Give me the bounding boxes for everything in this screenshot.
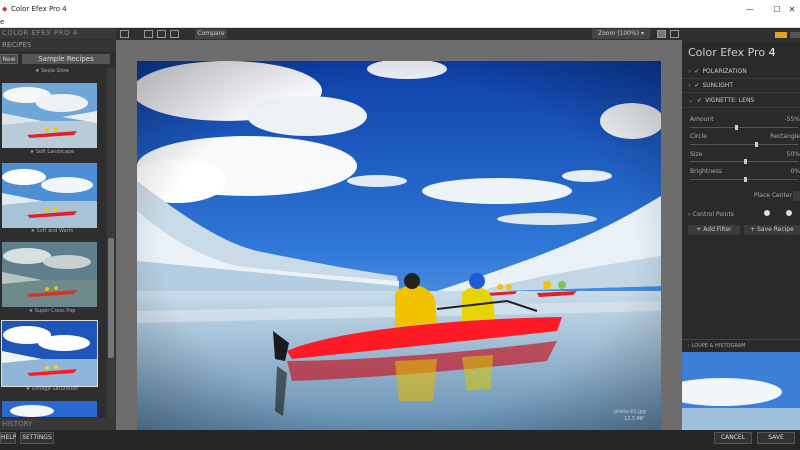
single-view-icon[interactable] — [144, 30, 153, 38]
shape-slider[interactable] — [690, 142, 798, 147]
history-label: HISTORY — [2, 420, 33, 428]
cancel-button[interactable]: CANCEL — [714, 432, 752, 444]
sidebar-toggle-icon[interactable] — [670, 30, 679, 38]
place-center-button[interactable] — [793, 191, 800, 201]
size-label: Size — [690, 151, 703, 158]
recipe-thumbnail[interactable] — [2, 401, 97, 417]
save-button[interactable]: SAVE — [757, 432, 795, 444]
compare-button[interactable]: Compare — [195, 29, 227, 39]
background-color-icon[interactable] — [657, 30, 666, 38]
zoom-select[interactable]: Zoom (100%) ▾ — [592, 29, 650, 39]
recipes-label: RECIPES — [2, 41, 32, 49]
chevron-right-icon[interactable]: › — [688, 82, 690, 89]
add-point-icon[interactable] — [764, 210, 770, 216]
recipe-label: ★ Vintage Saturation — [25, 386, 79, 392]
nik-badge-icon[interactable] — [775, 32, 787, 38]
size-value: 50% — [786, 151, 800, 158]
window-titlebar: ◆ Color Efex Pro 4 — [0, 0, 800, 18]
panel-top-strip — [682, 28, 800, 42]
brightness-value: 0% — [790, 168, 800, 175]
preview-area: Compare Zoom (100%) ▾ photo-01.jpg 12.5 … — [116, 28, 682, 436]
loupe-image — [682, 352, 800, 430]
checkmark-icon[interactable]: ✓ — [694, 68, 699, 75]
subtract-point-icon[interactable] — [786, 210, 792, 216]
circle-label[interactable]: Circle — [690, 133, 707, 140]
recipe-label: ★ Soft Landscape — [29, 149, 75, 155]
brightness-label: Brightness — [690, 168, 722, 175]
recipes-section-header[interactable]: RECIPES — [0, 40, 116, 51]
menubar: e — [0, 18, 800, 28]
recipe-thumbnail-image — [2, 401, 97, 417]
chevron-right-icon[interactable]: › — [688, 68, 690, 75]
bottom-bar: HELP SETTINGS CANCEL SAVE — [0, 430, 800, 450]
minimize-button[interactable]: — — [735, 0, 765, 18]
save-recipe-button[interactable]: + Save Recipe — [744, 225, 800, 235]
photo-preview[interactable] — [137, 61, 661, 436]
recipes-panel: COLOR EFEX PRO 4 RECIPES New Sample Reci… — [0, 28, 116, 430]
amount-value: -55% — [784, 116, 800, 123]
preview-toolbar: Compare Zoom (100%) ▾ — [116, 28, 682, 40]
tab-sample-recipes[interactable]: Sample Recipes — [22, 54, 110, 64]
loupe-histogram-header[interactable]: › LOUPE & HISTOGRAM — [682, 339, 800, 351]
recipe-thumbnail-image — [2, 242, 97, 307]
rectangle-label[interactable]: Rectangle — [770, 133, 800, 140]
panel-toggle-icon[interactable] — [790, 32, 800, 38]
slider-handle[interactable] — [755, 142, 758, 147]
control-points-row[interactable]: › Control Points — [688, 211, 734, 218]
window-title: Color Efex Pro 4 — [11, 5, 67, 13]
history-section-header[interactable]: HISTORY — [0, 418, 116, 430]
recipe-thumbnail-selected[interactable] — [1, 320, 98, 387]
recipes-scrollbar[interactable] — [107, 68, 115, 428]
menu-item-first[interactable]: e — [0, 18, 4, 26]
scrollbar-thumb[interactable] — [108, 238, 114, 358]
side-by-side-icon[interactable] — [170, 30, 179, 38]
place-center-label: Place Center — [754, 192, 793, 199]
brightness-slider[interactable] — [690, 177, 798, 182]
recipe-label: ★ Soft and Warm — [30, 228, 74, 234]
recipe-thumbnail[interactable] — [2, 163, 97, 228]
filter-polarization[interactable]: › ✓ POLARIZATION — [682, 65, 800, 79]
checkmark-icon[interactable]: ✓ — [694, 82, 699, 89]
help-button[interactable]: HELP — [0, 432, 16, 444]
recipe-thumbnail-image — [2, 163, 97, 228]
recipe-thumbnail[interactable] — [2, 242, 97, 307]
recipe-label: ★ Super Cross Pop — [28, 308, 76, 314]
recipe-thumbnail-image — [2, 83, 97, 148]
close-button[interactable]: ✕ — [784, 0, 800, 18]
settings-button[interactable]: SETTINGS — [20, 432, 54, 444]
filter-vignette-lens[interactable]: ⌄ ✓ VIGNETTE: LENS — [682, 94, 800, 108]
slider-handle[interactable] — [744, 159, 747, 164]
file-name: photo-01.jpg — [614, 409, 647, 415]
slider-handle[interactable] — [744, 177, 747, 182]
panel-header-text: COLOR EFEX PRO 4 — [2, 29, 78, 37]
filter-panel: Color Efex Pro 4 › ✓ POLARIZATION › ✓ SUNLIG… — [682, 28, 800, 430]
recipe-thumbnail-image — [2, 321, 97, 386]
file-size: 12.5 MP — [624, 416, 645, 422]
amount-label: Amount — [690, 116, 714, 123]
recipe-thumbnail[interactable] — [2, 83, 97, 148]
brand-title: Color Efex Pro 4 — [688, 46, 776, 59]
chevron-down-icon: ▾ — [640, 30, 644, 37]
split-view-icon[interactable] — [157, 30, 166, 38]
loupe-preview — [682, 352, 800, 430]
tab-new[interactable]: New — [0, 54, 18, 64]
size-slider[interactable] — [690, 159, 798, 164]
amount-slider[interactable] — [690, 125, 798, 130]
zoom-value: Zoom (100%) — [598, 30, 640, 37]
add-filter-button[interactable]: + Add Filter — [688, 225, 740, 235]
panel-toggle-icon[interactable] — [120, 30, 129, 38]
panel-header: COLOR EFEX PRO 4 — [0, 28, 116, 39]
slider-handle[interactable] — [735, 125, 738, 130]
recipe-label: ★ Sepia Glow — [35, 68, 69, 74]
recipe-tabs: New Sample Recipes — [0, 53, 116, 66]
checkmark-icon[interactable]: ✓ — [697, 97, 702, 104]
chevron-down-icon[interactable]: ⌄ — [688, 97, 693, 104]
app-icon: ◆ — [2, 5, 8, 13]
kayak-photo — [137, 61, 661, 436]
filter-sunlight[interactable]: › ✓ SUNLIGHT — [682, 79, 800, 93]
